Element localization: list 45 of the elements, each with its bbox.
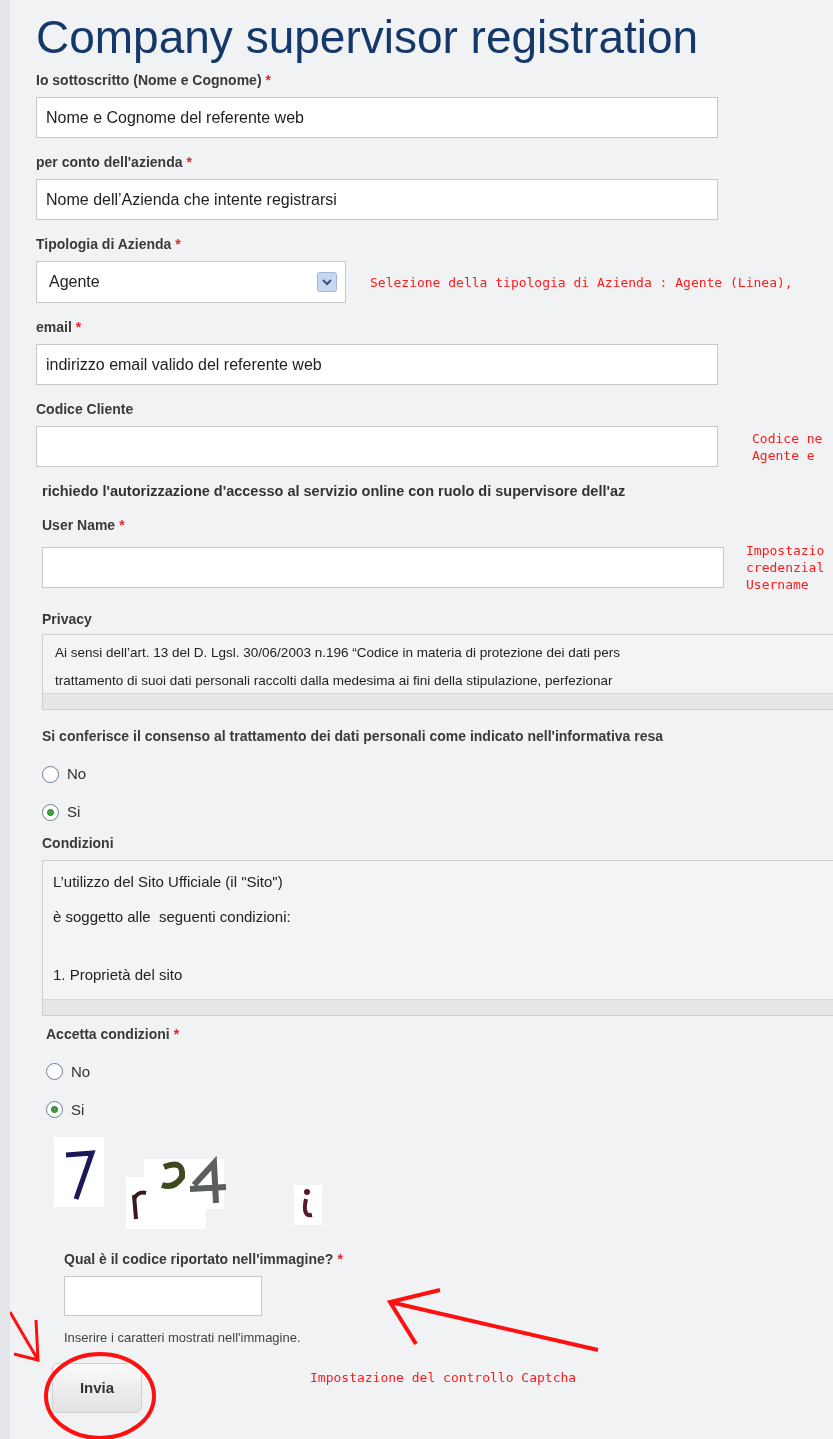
conditions-text: 1. Proprietà del sito [53,965,184,986]
radio-button[interactable] [46,1101,63,1119]
field-label: Qual è il codice riportato nell'immagine? * [64,1249,344,1269]
request-statement: richiedo l'autorizzazione d'accesso al servizio online con ruolo di supervisore dell'az [42,482,627,501]
field-label: Io sottoscritto (Nome e Cognome) * [36,71,272,90]
conditions-text-box[interactable]: L’utilizzo del Sito Ufficiale (il "Sito") è soggetto alle seguenti condizioni: 1. Proprietà del sito [42,860,833,1016]
field-label: Si conferisce il consenso al trattamento dei dati personali come indicato nell'informativa resa [42,727,665,747]
field-label: per conto dell'azienda * [36,153,193,172]
field-label: Accetta condizioni * [46,1024,181,1044]
text-input[interactable]: Nome dell’Azienda che intente registrarsi [36,179,718,220]
conditions-text: L’utilizzo del Sito Ufficiale (il "Sito") [53,872,284,893]
text-input[interactable]: Nome e Cognome del referente web [36,97,718,138]
radio-button[interactable] [42,803,59,821]
annotation-note: Codice ne Agente e [752,429,823,464]
field-label: Codice Cliente [36,400,135,419]
privacy-text: Ai sensi dell’art. 13 del D. Lgsl. 30/06/2003 n.196 “Codice in materia di protezione dei dati pers [55,643,622,662]
field-label: User Name * [42,515,126,535]
radio-button[interactable] [42,765,59,783]
radio-label: Si [67,802,81,822]
annotation-note: Impostazio credenzial Username [746,541,825,593]
radio-label: Si [71,1099,85,1120]
dropdown-caret-icon [317,272,337,292]
annotation-arrow [10,1310,40,1362]
annotation-note: Impostazione del controllo Captcha [310,1368,577,1387]
page-title: Company supervisor registration [36,10,700,64]
field-label: Tipologia di Azienda * [36,235,182,254]
horizontal-scrollbar[interactable] [43,693,833,710]
field-label: Condizioni [42,834,115,854]
privacy-text-box[interactable]: Ai sensi dell’art. 13 del D. Lgsl. 30/06/2003 n.196 “Codice in materia di protezione dei dati pers trattamento di suoi dati personali raccolti dalla medesima ai fini della stipulazione, perfezionar [42,633,833,711]
help-text: Inserire i caratteri mostrati nell'immagine. [64,1328,302,1347]
privacy-text: trattamento di suoi dati personali raccolti dalla medesima ai fini della stipulazione, perfezionar [55,672,614,690]
text-input[interactable] [36,426,718,467]
radio-button[interactable] [46,1063,63,1081]
conditions-text: è soggetto alle seguenti condizioni: [53,906,292,927]
text-input[interactable]: indirizzo email valido del referente web [36,344,718,385]
text-input[interactable] [42,546,724,588]
type-select[interactable]: Agente [36,261,346,303]
annotation-note: Selezione della tipologia di Azienda : Agente (Linea), [370,273,793,291]
field-label: Privacy [42,609,93,629]
field-label: email * [36,318,83,337]
radio-label: No [67,764,87,784]
radio-label: No [71,1061,91,1082]
captcha-input[interactable] [64,1275,262,1316]
horizontal-scrollbar[interactable] [43,998,833,1015]
submit-button[interactable]: Invia [52,1363,142,1414]
